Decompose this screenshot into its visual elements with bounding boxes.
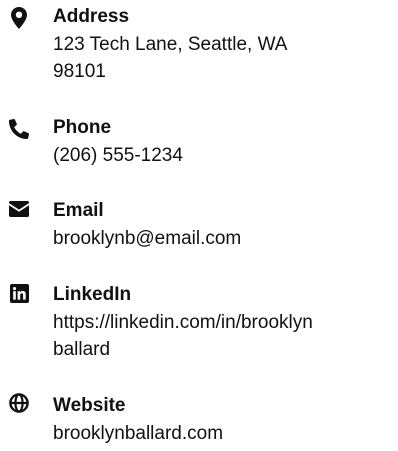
- address-line-2: 98101: [53, 61, 106, 82]
- phone-value: (206) 555-1234: [53, 145, 183, 166]
- address-value: 123 Tech Lane, Seattle, WA 98101: [53, 31, 393, 85]
- linkedin-line-2: ballard: [53, 339, 111, 360]
- website-text: Website brooklynballard.com: [53, 395, 393, 447]
- linkedin-value: https://linkedin.com/in/brooklyn ballard: [53, 309, 393, 363]
- address-text: Address 123 Tech Lane, Seattle, WA 98101: [53, 6, 393, 85]
- email-text: Email brooklynb@email.com: [53, 200, 393, 252]
- phone-text: Phone (206) 555-1234: [53, 117, 393, 169]
- linkedin-text: LinkedIn https://linkedin.com/in/brookly…: [53, 284, 393, 363]
- email-label: Email: [53, 200, 104, 221]
- linkedin-label: LinkedIn: [53, 284, 132, 305]
- email-value: brooklynb@email.com: [53, 228, 242, 249]
- phone-icon: [8, 118, 30, 140]
- map-marker-icon: [8, 7, 30, 29]
- phone-label: Phone: [53, 117, 112, 138]
- linkedin-line-1: https://linkedin.com/in/brooklyn: [53, 312, 313, 333]
- linkedin-icon: [8, 282, 30, 304]
- website-label: Website: [53, 395, 126, 416]
- website-value: brooklynballard.com: [53, 423, 224, 444]
- envelope-icon: [8, 198, 30, 220]
- address-line-1: 123 Tech Lane, Seattle, WA: [53, 34, 288, 55]
- address-label: Address: [53, 6, 130, 27]
- globe-icon: [8, 392, 30, 414]
